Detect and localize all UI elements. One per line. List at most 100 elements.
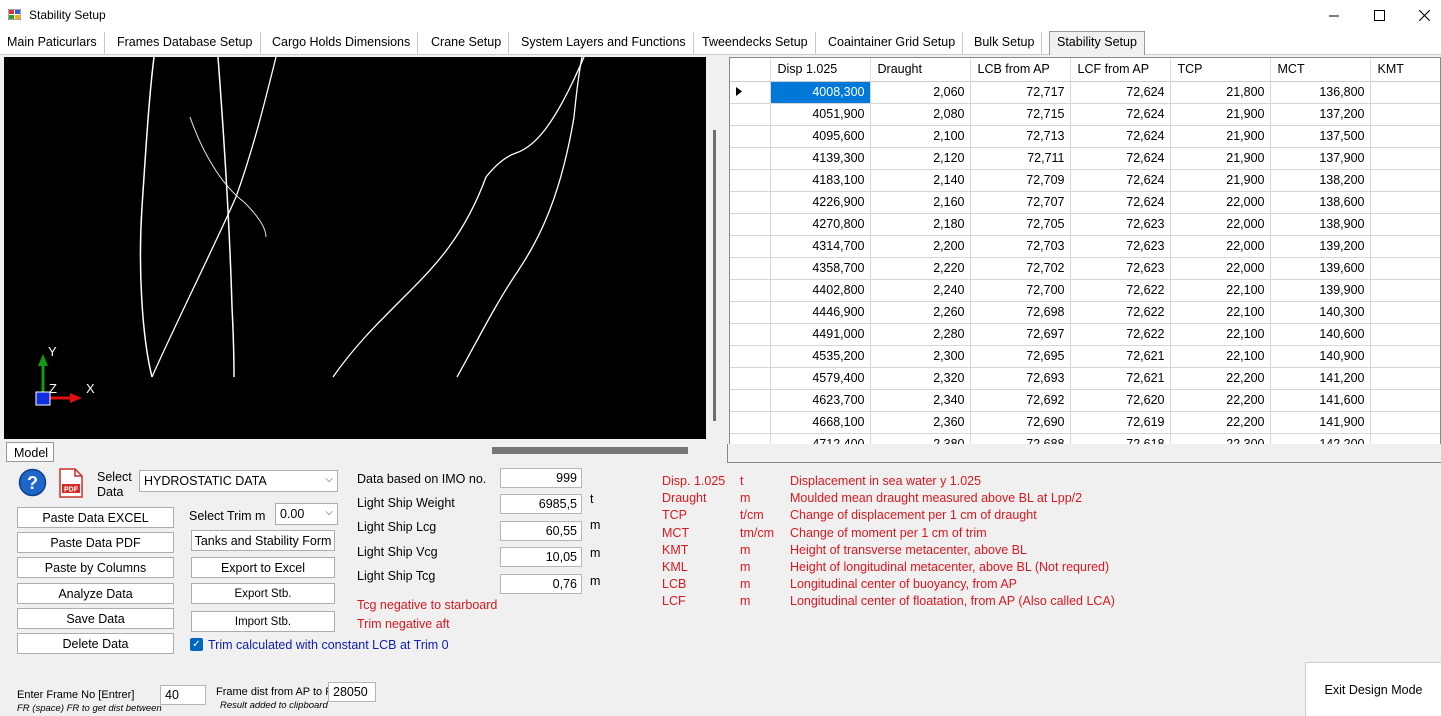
- grid-cell[interactable]: 72,703: [970, 235, 1071, 258]
- grid-cell[interactable]: 22,100: [1170, 301, 1271, 324]
- grid-cell[interactable]: 72,692: [970, 389, 1071, 412]
- model-viewport[interactable]: Y X Z: [4, 57, 706, 439]
- grid-cell[interactable]: 138,600: [1270, 191, 1371, 214]
- minimize-icon[interactable]: [1311, 0, 1357, 30]
- viewport-vertical-scrollbar[interactable]: [713, 130, 716, 421]
- table-row[interactable]: 4535,200 2,300 72,695 72,621 22,100 140,900: [730, 345, 1440, 368]
- grid-cell[interactable]: 4491,000: [770, 323, 871, 346]
- row-header[interactable]: [730, 367, 771, 390]
- grid-cell[interactable]: 22,100: [1170, 345, 1271, 368]
- grid-cell[interactable]: 22,000: [1170, 257, 1271, 280]
- tab-bulk-setup[interactable]: Bulk Setup: [967, 32, 1043, 54]
- grid-cell[interactable]: 72,695: [970, 345, 1071, 368]
- table-row[interactable]: 4491,000 2,280 72,697 72,622 22,100 140,600: [730, 323, 1440, 346]
- grid-cell[interactable]: 2,320: [870, 367, 971, 390]
- light-ship-lcg-input[interactable]: 60,55: [500, 521, 582, 541]
- row-header[interactable]: [730, 345, 771, 368]
- grid-cell[interactable]: 22,200: [1170, 389, 1271, 412]
- hydrostatic-grid[interactable]: Disp 1.025 Draught LCB from AP LCF from …: [729, 57, 1441, 445]
- grid-cell[interactable]: 4579,400: [770, 367, 871, 390]
- import-stb-button[interactable]: Import Stb.: [191, 611, 335, 632]
- grid-cell[interactable]: 22,000: [1170, 213, 1271, 236]
- grid-col-mct[interactable]: MCT: [1270, 58, 1371, 82]
- paste-columns-button[interactable]: Paste by Columns: [17, 557, 174, 578]
- grid-cell[interactable]: [1370, 191, 1440, 214]
- grid-cell[interactable]: [1370, 301, 1440, 324]
- trim-select[interactable]: 0.00 ⌵: [275, 503, 338, 525]
- table-row[interactable]: 4314,700 2,200 72,703 72,623 22,000 139,200: [730, 235, 1440, 258]
- grid-cell[interactable]: 4535,200: [770, 345, 871, 368]
- grid-cell[interactable]: 72,619: [1070, 411, 1171, 434]
- grid-cell[interactable]: 141,200: [1270, 367, 1371, 390]
- imo-input[interactable]: 999: [500, 468, 582, 488]
- grid-cell[interactable]: 4051,900: [770, 103, 871, 126]
- grid-col-draught[interactable]: Draught: [870, 58, 971, 82]
- grid-cell[interactable]: 72,693: [970, 367, 1071, 390]
- frame-dist-input[interactable]: 28050: [328, 682, 376, 702]
- grid-cell[interactable]: 72,624: [1070, 169, 1171, 192]
- grid-cell[interactable]: 137,500: [1270, 125, 1371, 148]
- grid-cell[interactable]: 138,200: [1270, 169, 1371, 192]
- grid-cell[interactable]: [1370, 389, 1440, 412]
- grid-cell[interactable]: 72,624: [1070, 103, 1171, 126]
- grid-cell[interactable]: 4226,900: [770, 191, 871, 214]
- grid-cell[interactable]: 72,698: [970, 301, 1071, 324]
- grid-cell[interactable]: 140,900: [1270, 345, 1371, 368]
- tanks-stability-form-button[interactable]: Tanks and Stability Form: [191, 530, 335, 551]
- grid-cell[interactable]: 72,620: [1070, 389, 1171, 412]
- grid-cell[interactable]: 22,100: [1170, 279, 1271, 302]
- help-icon[interactable]: ?: [18, 468, 47, 497]
- grid-cell[interactable]: 4446,900: [770, 301, 871, 324]
- grid-col-lcf[interactable]: LCF from AP: [1070, 58, 1171, 82]
- table-row[interactable]: 4008,300 2,060 72,717 72,624 21,800 136,800: [730, 81, 1440, 104]
- grid-cell[interactable]: 22,000: [1170, 191, 1271, 214]
- grid-cell[interactable]: 2,100: [870, 125, 971, 148]
- grid-cell[interactable]: 72,623: [1070, 235, 1171, 258]
- grid-cell[interactable]: 140,300: [1270, 301, 1371, 324]
- grid-cell[interactable]: 140,600: [1270, 323, 1371, 346]
- grid-cell[interactable]: 4668,100: [770, 411, 871, 434]
- row-header[interactable]: [730, 125, 771, 148]
- grid-col-lcb[interactable]: LCB from AP: [970, 58, 1071, 82]
- grid-cell[interactable]: 2,080: [870, 103, 971, 126]
- grid-cell[interactable]: [1370, 279, 1440, 302]
- grid-cell[interactable]: 138,900: [1270, 213, 1371, 236]
- model-tab[interactable]: Model: [6, 442, 54, 462]
- grid-cell[interactable]: 4095,600: [770, 125, 871, 148]
- grid-cell[interactable]: 2,260: [870, 301, 971, 324]
- table-row[interactable]: 4051,900 2,080 72,715 72,624 21,900 137,200: [730, 103, 1440, 126]
- row-header[interactable]: [730, 213, 771, 236]
- grid-cell[interactable]: [1370, 345, 1440, 368]
- grid-cell[interactable]: 72,624: [1070, 125, 1171, 148]
- grid-cell[interactable]: 72,715: [970, 103, 1071, 126]
- grid-cell[interactable]: [1370, 103, 1440, 126]
- delete-data-button[interactable]: Delete Data: [17, 633, 174, 654]
- grid-cell[interactable]: [1370, 411, 1440, 434]
- grid-cell[interactable]: 139,200: [1270, 235, 1371, 258]
- save-data-button[interactable]: Save Data: [17, 608, 174, 629]
- paste-pdf-button[interactable]: Paste Data PDF: [17, 532, 174, 553]
- grid-cell[interactable]: 72,713: [970, 125, 1071, 148]
- pdf-icon[interactable]: PDF: [58, 468, 84, 498]
- maximize-icon[interactable]: [1356, 0, 1402, 30]
- row-header[interactable]: [730, 323, 771, 346]
- viewport-horizontal-scrollbar[interactable]: [492, 447, 688, 454]
- export-stb-button[interactable]: Export Stb.: [191, 583, 335, 604]
- frame-no-input[interactable]: 40: [160, 685, 206, 705]
- table-row[interactable]: 4446,900 2,260 72,698 72,622 22,100 140,300: [730, 301, 1440, 324]
- grid-cell[interactable]: 72,622: [1070, 279, 1171, 302]
- row-header[interactable]: [730, 411, 771, 434]
- row-header[interactable]: [730, 257, 771, 280]
- table-row[interactable]: 4095,600 2,100 72,713 72,624 21,900 137,500: [730, 125, 1440, 148]
- grid-cell[interactable]: 21,900: [1170, 103, 1271, 126]
- tab-stability-setup[interactable]: Stability Setup: [1049, 31, 1145, 55]
- tab-frames-database[interactable]: Frames Database Setup: [110, 32, 261, 54]
- grid-cell[interactable]: [1370, 147, 1440, 170]
- tab-container-grid[interactable]: Coaintainer Grid Setup: [821, 32, 964, 54]
- grid-cell[interactable]: 137,900: [1270, 147, 1371, 170]
- row-header[interactable]: [730, 235, 771, 258]
- grid-cell[interactable]: 72,717: [970, 81, 1071, 104]
- grid-col-tcp[interactable]: TCP: [1170, 58, 1271, 82]
- grid-cell[interactable]: 72,623: [1070, 213, 1171, 236]
- paste-excel-button[interactable]: Paste Data EXCEL: [17, 507, 174, 528]
